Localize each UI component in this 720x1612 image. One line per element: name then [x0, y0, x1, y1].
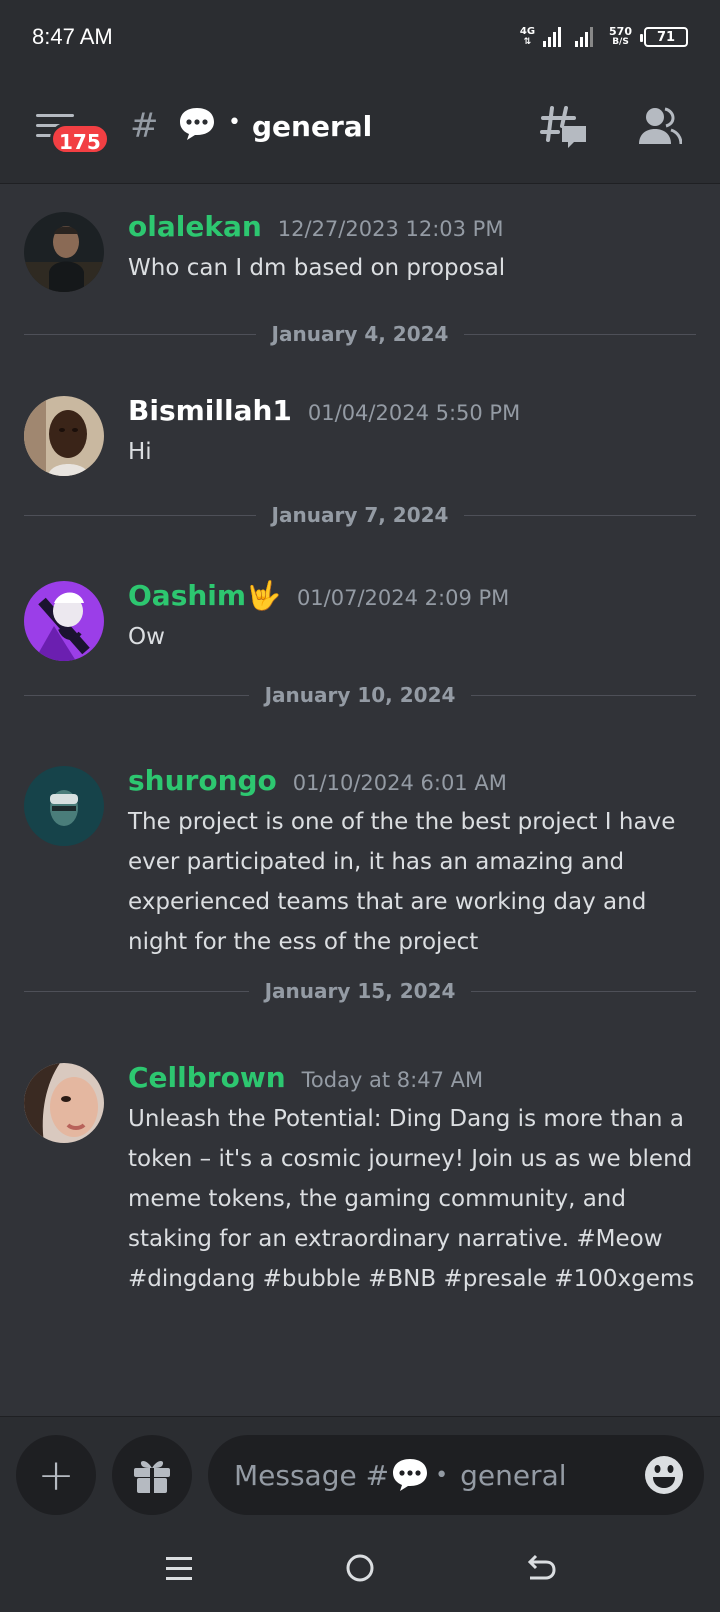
- timestamp: 01/07/2024 2:09 PM: [296, 586, 510, 610]
- avatar[interactable]: [24, 766, 104, 846]
- hash-icon: #: [130, 106, 159, 146]
- data-speed: 570 B/S: [609, 25, 632, 47]
- avatar-image: [24, 1063, 104, 1143]
- placeholder-separator: •: [435, 1462, 449, 1488]
- status-indicators: 4G ⇅ 570 B/S 71: [520, 26, 688, 48]
- message-input[interactable]: Message # • general: [208, 1435, 704, 1515]
- battery-level: 71: [656, 29, 676, 45]
- recents-icon[interactable]: [160, 1548, 200, 1588]
- system-navigation-bar: [0, 1524, 720, 1612]
- gift-button[interactable]: [112, 1435, 192, 1515]
- divider-date: January 4, 2024: [271, 322, 449, 346]
- message-text: Unleash the Potential: Ding Dang is more…: [128, 1106, 695, 1292]
- date-divider: January 15, 2024: [24, 977, 696, 1005]
- avatar-image: [24, 766, 104, 846]
- home-icon[interactable]: [340, 1548, 380, 1588]
- channel-header: 175 # • general: [0, 74, 720, 184]
- avatar[interactable]: [24, 1063, 104, 1143]
- message-item[interactable]: Cellbrown Today at 8:47 AM Unleash the P…: [0, 1055, 720, 1355]
- status-time: 8:47 AM: [32, 24, 113, 49]
- message-item[interactable]: Bismillah1 01/04/2024 5:50 PM Hi: [0, 388, 720, 488]
- channel-name[interactable]: general: [252, 110, 372, 143]
- message-item[interactable]: Oashim🤟 01/07/2024 2:09 PM Ow: [0, 573, 720, 673]
- message-item[interactable]: shurongo 01/10/2024 6:01 AM The project …: [0, 758, 720, 958]
- username[interactable]: Bismillah1: [128, 394, 292, 427]
- divider-date: January 15, 2024: [264, 979, 456, 1003]
- timestamp: 01/10/2024 6:01 AM: [292, 771, 507, 795]
- message-text: Hi: [128, 439, 152, 465]
- message-text: The project is one of the the best proje…: [128, 809, 676, 955]
- message-composer: + Message # • general: [0, 1416, 720, 1524]
- timestamp: Today at 8:47 AM: [301, 1068, 484, 1092]
- add-attachment-button[interactable]: +: [16, 1435, 96, 1515]
- timestamp: 01/04/2024 5:50 PM: [307, 401, 521, 425]
- threads-icon[interactable]: [540, 104, 588, 150]
- placeholder-prefix: Message #: [234, 1458, 390, 1492]
- divider-date: January 10, 2024: [264, 683, 456, 707]
- battery-icon: 71: [640, 27, 688, 47]
- avatar-image: [24, 396, 104, 476]
- avatar-image: [24, 212, 104, 292]
- speech-bubble-icon: [393, 1459, 428, 1491]
- date-divider: January 4, 2024: [24, 320, 697, 348]
- smiley-icon[interactable]: [644, 1455, 684, 1495]
- gift-icon: [134, 1461, 170, 1493]
- message-item[interactable]: olalekan 12/27/2023 12:03 PM Who can I d…: [0, 204, 720, 304]
- avatar-image: [24, 581, 104, 661]
- avatar[interactable]: [24, 212, 104, 292]
- username[interactable]: shurongo: [128, 764, 277, 797]
- channel-separator: •: [228, 110, 241, 135]
- speech-bubble-icon: [180, 108, 214, 140]
- username[interactable]: olalekan: [128, 210, 262, 243]
- username[interactable]: Oashim🤟: [128, 579, 281, 612]
- timestamp: 12/27/2023 12:03 PM: [277, 217, 504, 241]
- username[interactable]: Cellbrown: [128, 1061, 286, 1094]
- divider-date: January 7, 2024: [271, 503, 449, 527]
- date-divider: January 10, 2024: [24, 681, 696, 709]
- signal-strength-2-icon: [575, 27, 594, 47]
- signal-strength-icon: [543, 27, 562, 47]
- members-icon[interactable]: [638, 106, 682, 146]
- network-type: 4G ⇅: [519, 26, 536, 48]
- back-icon[interactable]: [520, 1548, 560, 1588]
- message-text: Who can I dm based on proposal: [128, 255, 506, 281]
- avatar[interactable]: [24, 396, 104, 476]
- plus-icon: +: [37, 1449, 75, 1501]
- date-divider: January 7, 2024: [24, 501, 697, 529]
- data-arrows-icon: ⇅: [523, 37, 532, 47]
- message-text: Ow: [128, 624, 165, 650]
- unread-badge: 175: [50, 123, 110, 155]
- placeholder-channel: general: [460, 1458, 567, 1492]
- avatar[interactable]: [24, 581, 104, 661]
- status-bar: 8:47 AM 4G ⇅ 570 B/S 71: [0, 0, 720, 74]
